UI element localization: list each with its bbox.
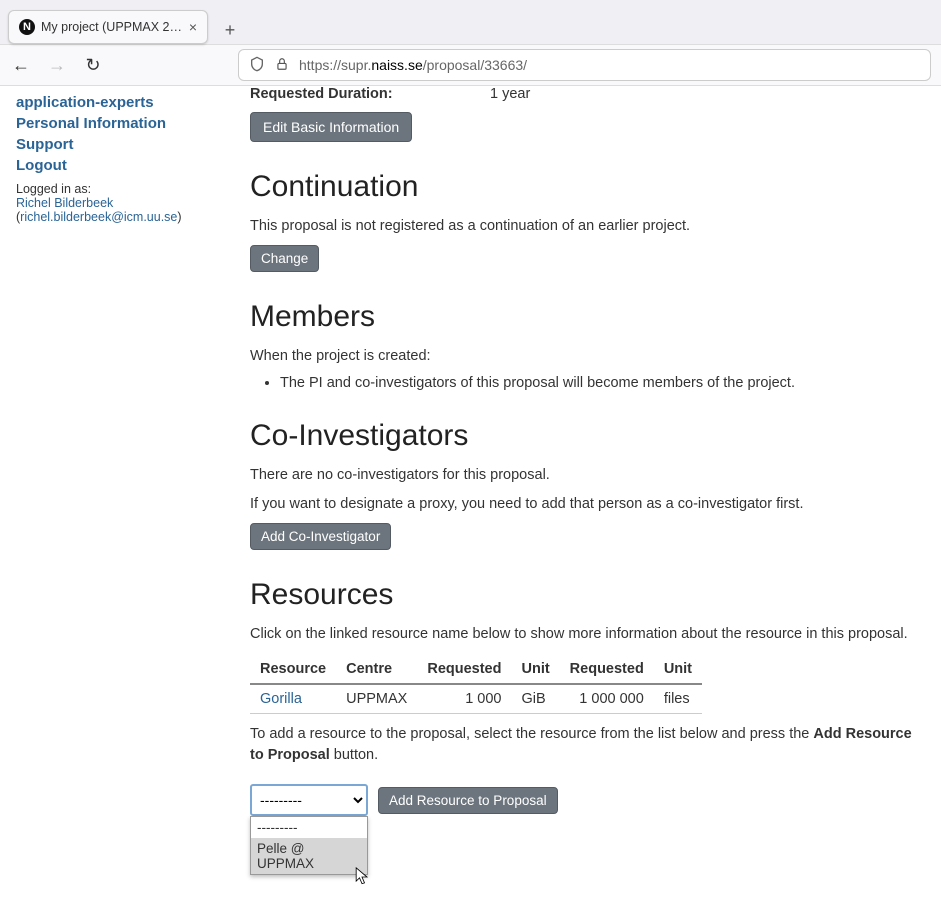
logged-in-block: Logged in as: Richel Bilderbeek (richel.… xyxy=(16,182,234,224)
requested-duration-label: Requested Duration: xyxy=(250,86,450,102)
resources-text: Click on the linked resource name below … xyxy=(250,624,921,645)
url-host: naiss.se xyxy=(371,57,422,73)
reload-button[interactable]: ↻ xyxy=(82,54,104,76)
close-tab-icon[interactable]: × xyxy=(189,19,197,35)
col-centre: Centre xyxy=(336,655,417,684)
resource-unit1: GiB xyxy=(511,684,559,714)
add-resource-text-post: button. xyxy=(330,747,378,763)
main-content: Requested Duration: 1 year Edit Basic In… xyxy=(250,86,941,921)
add-resource-text-pre: To add a resource to the proposal, selec… xyxy=(250,726,813,742)
col-requested-1: Requested xyxy=(417,655,511,684)
page-body: application-experts Personal Information… xyxy=(0,86,941,921)
browser-tab[interactable]: N My project (UPPMAX 20… × xyxy=(8,10,208,44)
sidebar-link-personal-information[interactable]: Personal Information xyxy=(16,115,166,132)
forward-button: → xyxy=(46,54,68,76)
col-unit-1: Unit xyxy=(511,655,559,684)
sidebar-link-logout[interactable]: Logout xyxy=(16,157,67,174)
resource-select[interactable]: --------- xyxy=(250,784,368,816)
browser-chrome: N My project (UPPMAX 20… × + ← → ↻ https… xyxy=(0,0,941,86)
resource-req2: 1 000 000 xyxy=(560,684,654,714)
resource-link[interactable]: Gorilla xyxy=(260,691,302,707)
col-requested-2: Requested xyxy=(560,655,654,684)
members-text: When the project is created: xyxy=(250,346,921,367)
logged-in-user-link[interactable]: Richel Bilderbeek xyxy=(16,196,113,210)
continuation-heading: Continuation xyxy=(250,170,921,204)
cursor-icon xyxy=(355,867,369,887)
url-prefix: https://supr. xyxy=(299,57,371,73)
favicon-icon: N xyxy=(19,19,35,35)
directory-heading-visible: Name xyxy=(378,846,458,879)
co-investigators-heading: Co-Investigators xyxy=(250,419,921,453)
tab-strip: N My project (UPPMAX 20… × + xyxy=(0,0,941,44)
shield-icon xyxy=(249,56,265,75)
requested-duration-value: 1 year xyxy=(490,86,530,102)
continuation-text: This proposal is not registered as a con… xyxy=(250,216,921,237)
resource-unit2: files xyxy=(654,684,702,714)
browser-toolbar: ← → ↻ https://supr.naiss.se/proposal/336… xyxy=(0,44,941,86)
resource-select-dropdown: --------- Pelle @ UPPMAX xyxy=(250,816,368,875)
url-path: /proposal/33663/ xyxy=(423,57,527,73)
col-unit-2: Unit xyxy=(654,655,702,684)
add-resource-text: To add a resource to the proposal, selec… xyxy=(250,724,921,766)
col-resource: Resource xyxy=(250,655,336,684)
change-button[interactable]: Change xyxy=(250,245,319,272)
new-tab-button[interactable]: + xyxy=(216,16,244,44)
sidebar: application-experts Personal Information… xyxy=(0,86,250,921)
tab-title: My project (UPPMAX 20… xyxy=(41,20,183,34)
resource-centre: UPPMAX xyxy=(336,684,417,714)
resource-option-pelle[interactable]: Pelle @ UPPMAX xyxy=(251,838,367,874)
lock-icon xyxy=(275,57,289,74)
members-heading: Members xyxy=(250,300,921,334)
add-resource-row: --------- --------- Pelle @ UPPMAX Add R… xyxy=(250,784,921,816)
add-resource-to-proposal-button[interactable]: Add Resource to Proposal xyxy=(378,787,558,814)
back-button[interactable]: ← xyxy=(10,54,32,76)
co-investigators-text-1: There are no co-investigators for this p… xyxy=(250,465,921,486)
edit-basic-information-button[interactable]: Edit Basic Information xyxy=(250,112,412,142)
logged-in-label: Logged in as: xyxy=(16,182,234,196)
requested-duration-row: Requested Duration: 1 year xyxy=(250,86,921,102)
sidebar-link-support[interactable]: Support xyxy=(16,136,74,153)
table-row: Gorilla UPPMAX 1 000 GiB 1 000 000 files xyxy=(250,684,702,714)
logged-in-email-link[interactable]: richel.bilderbeek@icm.uu.se xyxy=(20,210,177,224)
resource-req1: 1 000 xyxy=(417,684,511,714)
url-bar[interactable]: https://supr.naiss.se/proposal/33663/ xyxy=(238,49,931,81)
url-text: https://supr.naiss.se/proposal/33663/ xyxy=(299,57,527,73)
resources-heading: Resources xyxy=(250,578,921,612)
resource-option-blank[interactable]: --------- xyxy=(251,817,367,838)
resources-table: Resource Centre Requested Unit Requested… xyxy=(250,655,702,714)
members-bullet: The PI and co-investigators of this prop… xyxy=(280,375,921,391)
co-investigators-text-2: If you want to designate a proxy, you ne… xyxy=(250,494,921,515)
sidebar-link-application-experts[interactable]: application-experts xyxy=(16,94,154,111)
add-co-investigator-button[interactable]: Add Co-Investigator xyxy=(250,523,391,550)
